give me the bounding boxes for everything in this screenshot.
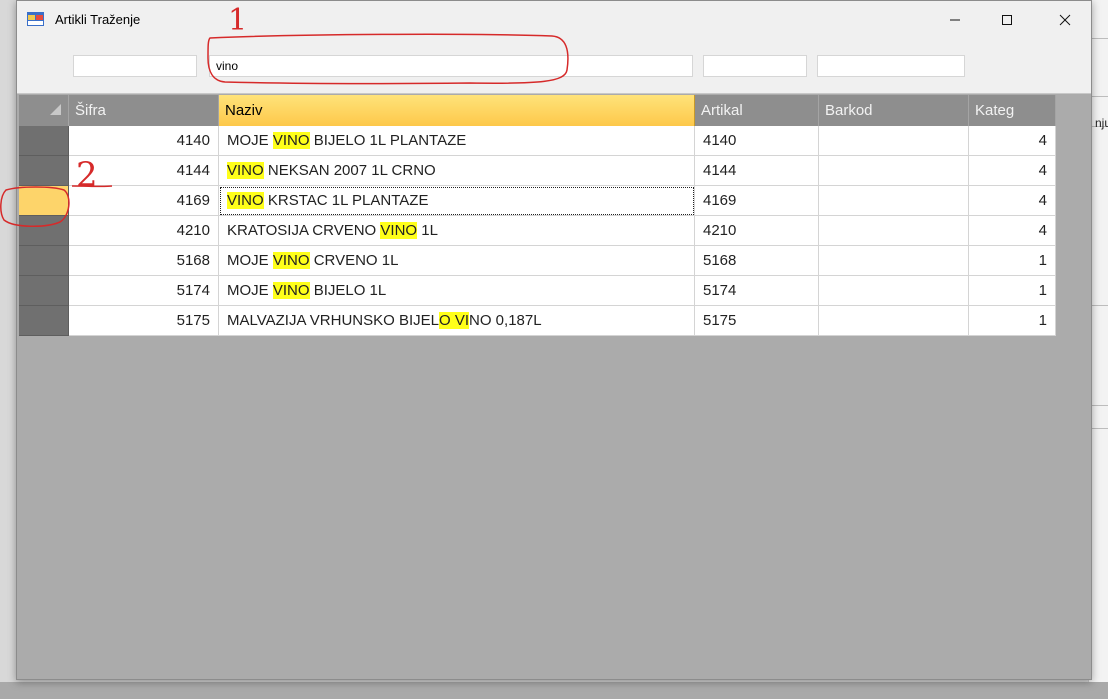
- column-header-kateg[interactable]: Kateg: [969, 95, 1056, 126]
- close-icon: [1059, 14, 1071, 26]
- table-row[interactable]: 5174 MOJE VINO BIJELO 1L 5174 1: [19, 276, 1056, 306]
- naziv-text-after: NO 0,187L: [469, 312, 542, 329]
- cell-kateg[interactable]: 4: [969, 216, 1056, 246]
- cell-sifra[interactable]: 5175: [69, 306, 219, 336]
- cell-artikal[interactable]: 4144: [695, 156, 819, 186]
- close-button[interactable]: [1039, 1, 1091, 39]
- cell-barkod[interactable]: [819, 186, 969, 216]
- select-all-triangle-icon: [50, 104, 61, 115]
- maximize-button[interactable]: [981, 1, 1033, 39]
- title-bar[interactable]: Artikli Traženje: [17, 1, 1091, 39]
- naziv-text-after: NEKSAN 2007 1L CRNO: [263, 162, 436, 179]
- cell-sifra[interactable]: 4169: [69, 186, 219, 216]
- cell-artikal[interactable]: 4210: [695, 216, 819, 246]
- naziv-text-after: KRSTAC 1L PLANTAZE: [263, 192, 429, 209]
- background-bottom-strip: [0, 682, 1108, 699]
- cell-artikal[interactable]: 5175: [695, 306, 819, 336]
- search-match-highlight: VINO: [227, 162, 264, 179]
- table-row[interactable]: 5168 MOJE VINO CRVENO 1L 5168 1: [19, 246, 1056, 276]
- minimize-icon: [950, 19, 960, 21]
- table-row[interactable]: 4169 VINO KRSTAC 1L PLANTAZE 4169 4: [19, 186, 1056, 216]
- cell-barkod[interactable]: [819, 126, 969, 156]
- cell-kateg[interactable]: 4: [969, 126, 1056, 156]
- cell-kateg[interactable]: 1: [969, 246, 1056, 276]
- cell-barkod[interactable]: [819, 306, 969, 336]
- table-row[interactable]: 4210 KRATOSIJA CRVENO VINO 1L 4210 4: [19, 216, 1056, 246]
- table-row[interactable]: 4140 MOJE VINO BIJELO 1L PLANTAZE 4140 4: [19, 126, 1056, 156]
- cell-barkod[interactable]: [819, 156, 969, 186]
- naziv-text-before: MALVAZIJA VRHUNSKO BIJEL: [227, 312, 439, 329]
- background-clipped-text: nju: [1095, 116, 1108, 130]
- cell-naziv[interactable]: MALVAZIJA VRHUNSKO BIJELO VINO 0,187L: [219, 306, 695, 336]
- cell-naziv[interactable]: MOJE VINO BIJELO 1L PLANTAZE: [219, 126, 695, 156]
- search-match-highlight: O VI: [439, 312, 470, 329]
- cell-sifra[interactable]: 5168: [69, 246, 219, 276]
- column-header-artikal[interactable]: Artikal: [695, 95, 819, 126]
- naziv-text-before: KRATOSIJA CRVENO: [227, 222, 381, 239]
- cell-artikal[interactable]: 5174: [695, 276, 819, 306]
- naziv-text-before: MOJE: [227, 132, 273, 149]
- cell-sifra[interactable]: 4210: [69, 216, 219, 246]
- sifra-filter-input[interactable]: [73, 55, 197, 77]
- cell-artikal[interactable]: 5168: [695, 246, 819, 276]
- row-header[interactable]: [19, 126, 69, 156]
- artikli-search-window: Artikli Traženje Šifra Naziv Artikal Bar…: [16, 0, 1092, 680]
- search-match-highlight: VINO: [272, 252, 310, 269]
- cell-naziv[interactable]: VINO NEKSAN 2007 1L CRNO: [219, 156, 695, 186]
- minimize-button[interactable]: [929, 1, 981, 39]
- naziv-text-after: CRVENO 1L: [309, 252, 399, 269]
- maximize-icon: [1002, 15, 1012, 25]
- naziv-text-before: MOJE: [227, 282, 273, 299]
- search-match-highlight: VINO: [272, 132, 310, 149]
- search-match-highlight: VINO: [227, 192, 264, 209]
- search-match-highlight: VINO: [380, 222, 418, 239]
- cell-naziv[interactable]: MOJE VINO BIJELO 1L: [219, 276, 695, 306]
- select-all-corner[interactable]: [19, 95, 69, 126]
- cell-barkod[interactable]: [819, 246, 969, 276]
- filter-bar: [17, 39, 1091, 94]
- row-header[interactable]: [19, 186, 69, 216]
- cell-artikal[interactable]: 4140: [695, 126, 819, 156]
- naziv-text-after: BIJELO 1L PLANTAZE: [309, 132, 467, 149]
- window-title: Artikli Traženje: [55, 12, 141, 27]
- cell-kateg[interactable]: 1: [969, 306, 1056, 336]
- row-header[interactable]: [19, 216, 69, 246]
- cell-kateg[interactable]: 4: [969, 186, 1056, 216]
- search-match-highlight: VINO: [272, 282, 310, 299]
- column-header-naziv[interactable]: Naziv: [219, 95, 695, 126]
- cell-barkod[interactable]: [819, 216, 969, 246]
- cell-naziv[interactable]: KRATOSIJA CRVENO VINO 1L: [219, 216, 695, 246]
- artikal-filter-input[interactable]: [703, 55, 807, 77]
- cell-kateg[interactable]: 4: [969, 156, 1056, 186]
- cell-barkod[interactable]: [819, 276, 969, 306]
- row-header[interactable]: [19, 276, 69, 306]
- row-header[interactable]: [19, 306, 69, 336]
- cell-sifra[interactable]: 4140: [69, 126, 219, 156]
- row-header[interactable]: [19, 246, 69, 276]
- table-row[interactable]: 5175 MALVAZIJA VRHUNSKO BIJELO VINO 0,187…: [19, 306, 1056, 336]
- naziv-filter-input[interactable]: [209, 55, 693, 77]
- naziv-text-before: MOJE: [227, 252, 273, 269]
- cell-naziv[interactable]: MOJE VINO CRVENO 1L: [219, 246, 695, 276]
- cell-sifra[interactable]: 5174: [69, 276, 219, 306]
- barkod-filter-input[interactable]: [817, 55, 965, 77]
- table-row[interactable]: 4144 VINO NEKSAN 2007 1L CRNO 4144 4: [19, 156, 1056, 186]
- cell-naziv[interactable]: VINO KRSTAC 1L PLANTAZE: [219, 186, 695, 216]
- column-header-barkod[interactable]: Barkod: [819, 95, 969, 126]
- cell-artikal[interactable]: 4169: [695, 186, 819, 216]
- column-header-sifra[interactable]: Šifra: [69, 95, 219, 126]
- naziv-text-after: BIJELO 1L: [309, 282, 387, 299]
- cell-sifra[interactable]: 4144: [69, 156, 219, 186]
- cell-kateg[interactable]: 1: [969, 276, 1056, 306]
- app-icon: [27, 12, 44, 26]
- row-header[interactable]: [19, 156, 69, 186]
- naziv-text-after: 1L: [417, 222, 438, 239]
